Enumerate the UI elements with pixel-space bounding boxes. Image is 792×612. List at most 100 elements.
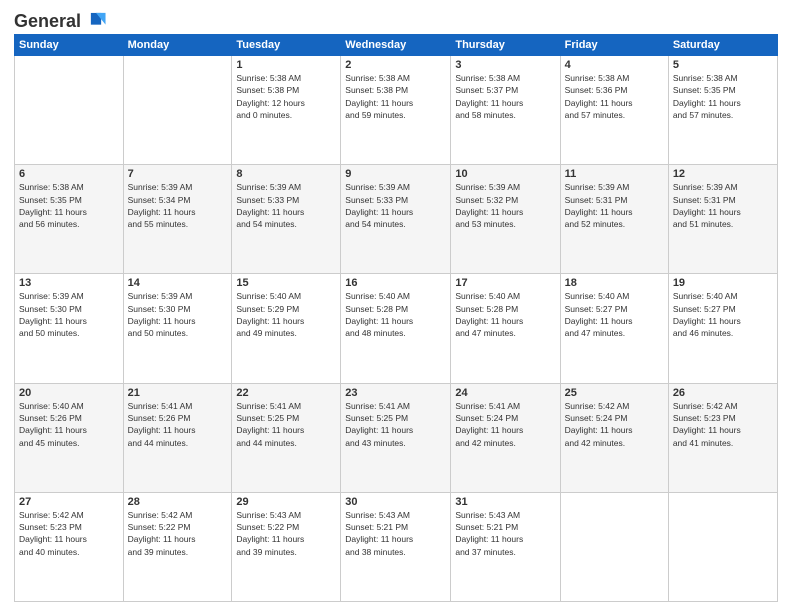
day-info: Sunrise: 5:40 AM Sunset: 5:27 PM Dayligh… (565, 290, 664, 339)
calendar-cell: 9Sunrise: 5:39 AM Sunset: 5:33 PM Daylig… (341, 165, 451, 274)
calendar-table: SundayMondayTuesdayWednesdayThursdayFrid… (14, 34, 778, 602)
logo: General (14, 10, 107, 32)
calendar-cell: 3Sunrise: 5:38 AM Sunset: 5:37 PM Daylig… (451, 56, 560, 165)
day-number: 29 (236, 496, 336, 508)
day-info: Sunrise: 5:43 AM Sunset: 5:21 PM Dayligh… (455, 509, 555, 558)
calendar-cell: 18Sunrise: 5:40 AM Sunset: 5:27 PM Dayli… (560, 274, 668, 383)
weekday-header-row: SundayMondayTuesdayWednesdayThursdayFrid… (15, 35, 778, 56)
calendar-cell: 8Sunrise: 5:39 AM Sunset: 5:33 PM Daylig… (232, 165, 341, 274)
calendar-cell: 5Sunrise: 5:38 AM Sunset: 5:35 PM Daylig… (668, 56, 777, 165)
calendar-cell: 27Sunrise: 5:42 AM Sunset: 5:23 PM Dayli… (15, 492, 124, 601)
day-number: 4 (565, 59, 664, 71)
day-info: Sunrise: 5:41 AM Sunset: 5:25 PM Dayligh… (236, 400, 336, 449)
calendar-cell: 23Sunrise: 5:41 AM Sunset: 5:25 PM Dayli… (341, 383, 451, 492)
page: General SundayMondayTuesdayWednesdayThur… (0, 0, 792, 612)
day-info: Sunrise: 5:39 AM Sunset: 5:30 PM Dayligh… (19, 290, 119, 339)
day-number: 6 (19, 168, 119, 180)
header: General (14, 10, 778, 28)
calendar-week-4: 20Sunrise: 5:40 AM Sunset: 5:26 PM Dayli… (15, 383, 778, 492)
day-number: 14 (128, 277, 228, 289)
day-number: 1 (236, 59, 336, 71)
weekday-header-monday: Monday (123, 35, 232, 56)
day-number: 30 (345, 496, 446, 508)
day-info: Sunrise: 5:41 AM Sunset: 5:25 PM Dayligh… (345, 400, 446, 449)
day-number: 23 (345, 387, 446, 399)
day-info: Sunrise: 5:40 AM Sunset: 5:26 PM Dayligh… (19, 400, 119, 449)
day-number: 25 (565, 387, 664, 399)
day-number: 28 (128, 496, 228, 508)
day-number: 11 (565, 168, 664, 180)
logo-area: General (14, 10, 107, 28)
calendar-cell: 22Sunrise: 5:41 AM Sunset: 5:25 PM Dayli… (232, 383, 341, 492)
day-info: Sunrise: 5:38 AM Sunset: 5:38 PM Dayligh… (345, 72, 446, 121)
day-info: Sunrise: 5:39 AM Sunset: 5:31 PM Dayligh… (673, 181, 773, 230)
day-info: Sunrise: 5:42 AM Sunset: 5:22 PM Dayligh… (128, 509, 228, 558)
logo-icon (85, 10, 107, 32)
day-number: 22 (236, 387, 336, 399)
weekday-header-friday: Friday (560, 35, 668, 56)
calendar-cell: 1Sunrise: 5:38 AM Sunset: 5:38 PM Daylig… (232, 56, 341, 165)
calendar-cell: 25Sunrise: 5:42 AM Sunset: 5:24 PM Dayli… (560, 383, 668, 492)
calendar-week-5: 27Sunrise: 5:42 AM Sunset: 5:23 PM Dayli… (15, 492, 778, 601)
calendar-cell: 24Sunrise: 5:41 AM Sunset: 5:24 PM Dayli… (451, 383, 560, 492)
day-info: Sunrise: 5:40 AM Sunset: 5:28 PM Dayligh… (345, 290, 446, 339)
day-info: Sunrise: 5:40 AM Sunset: 5:28 PM Dayligh… (455, 290, 555, 339)
weekday-header-wednesday: Wednesday (341, 35, 451, 56)
day-number: 12 (673, 168, 773, 180)
calendar-cell: 11Sunrise: 5:39 AM Sunset: 5:31 PM Dayli… (560, 165, 668, 274)
calendar-cell: 29Sunrise: 5:43 AM Sunset: 5:22 PM Dayli… (232, 492, 341, 601)
day-info: Sunrise: 5:43 AM Sunset: 5:22 PM Dayligh… (236, 509, 336, 558)
calendar-cell: 7Sunrise: 5:39 AM Sunset: 5:34 PM Daylig… (123, 165, 232, 274)
day-info: Sunrise: 5:42 AM Sunset: 5:24 PM Dayligh… (565, 400, 664, 449)
calendar-cell: 12Sunrise: 5:39 AM Sunset: 5:31 PM Dayli… (668, 165, 777, 274)
day-info: Sunrise: 5:38 AM Sunset: 5:36 PM Dayligh… (565, 72, 664, 121)
day-info: Sunrise: 5:39 AM Sunset: 5:30 PM Dayligh… (128, 290, 228, 339)
day-number: 21 (128, 387, 228, 399)
day-number: 17 (455, 277, 555, 289)
calendar-week-1: 1Sunrise: 5:38 AM Sunset: 5:38 PM Daylig… (15, 56, 778, 165)
calendar-cell: 10Sunrise: 5:39 AM Sunset: 5:32 PM Dayli… (451, 165, 560, 274)
calendar-week-2: 6Sunrise: 5:38 AM Sunset: 5:35 PM Daylig… (15, 165, 778, 274)
calendar-cell: 15Sunrise: 5:40 AM Sunset: 5:29 PM Dayli… (232, 274, 341, 383)
calendar-cell: 28Sunrise: 5:42 AM Sunset: 5:22 PM Dayli… (123, 492, 232, 601)
calendar-week-3: 13Sunrise: 5:39 AM Sunset: 5:30 PM Dayli… (15, 274, 778, 383)
day-number: 9 (345, 168, 446, 180)
day-info: Sunrise: 5:39 AM Sunset: 5:32 PM Dayligh… (455, 181, 555, 230)
calendar-cell: 21Sunrise: 5:41 AM Sunset: 5:26 PM Dayli… (123, 383, 232, 492)
calendar-cell: 20Sunrise: 5:40 AM Sunset: 5:26 PM Dayli… (15, 383, 124, 492)
day-number: 19 (673, 277, 773, 289)
day-info: Sunrise: 5:39 AM Sunset: 5:31 PM Dayligh… (565, 181, 664, 230)
calendar-cell (123, 56, 232, 165)
day-info: Sunrise: 5:38 AM Sunset: 5:38 PM Dayligh… (236, 72, 336, 121)
day-number: 18 (565, 277, 664, 289)
day-number: 24 (455, 387, 555, 399)
calendar-cell: 19Sunrise: 5:40 AM Sunset: 5:27 PM Dayli… (668, 274, 777, 383)
weekday-header-saturday: Saturday (668, 35, 777, 56)
day-info: Sunrise: 5:41 AM Sunset: 5:26 PM Dayligh… (128, 400, 228, 449)
logo-general: General (14, 11, 81, 32)
calendar-cell: 13Sunrise: 5:39 AM Sunset: 5:30 PM Dayli… (15, 274, 124, 383)
day-info: Sunrise: 5:40 AM Sunset: 5:27 PM Dayligh… (673, 290, 773, 339)
weekday-header-thursday: Thursday (451, 35, 560, 56)
calendar-cell: 2Sunrise: 5:38 AM Sunset: 5:38 PM Daylig… (341, 56, 451, 165)
day-number: 10 (455, 168, 555, 180)
day-info: Sunrise: 5:40 AM Sunset: 5:29 PM Dayligh… (236, 290, 336, 339)
day-number: 15 (236, 277, 336, 289)
calendar-cell (560, 492, 668, 601)
day-info: Sunrise: 5:41 AM Sunset: 5:24 PM Dayligh… (455, 400, 555, 449)
day-number: 3 (455, 59, 555, 71)
day-number: 27 (19, 496, 119, 508)
day-info: Sunrise: 5:43 AM Sunset: 5:21 PM Dayligh… (345, 509, 446, 558)
day-number: 13 (19, 277, 119, 289)
day-info: Sunrise: 5:42 AM Sunset: 5:23 PM Dayligh… (19, 509, 119, 558)
weekday-header-tuesday: Tuesday (232, 35, 341, 56)
weekday-header-sunday: Sunday (15, 35, 124, 56)
day-number: 5 (673, 59, 773, 71)
day-info: Sunrise: 5:39 AM Sunset: 5:33 PM Dayligh… (345, 181, 446, 230)
day-number: 8 (236, 168, 336, 180)
day-info: Sunrise: 5:39 AM Sunset: 5:34 PM Dayligh… (128, 181, 228, 230)
day-info: Sunrise: 5:38 AM Sunset: 5:35 PM Dayligh… (673, 72, 773, 121)
day-number: 2 (345, 59, 446, 71)
day-number: 16 (345, 277, 446, 289)
calendar-cell: 31Sunrise: 5:43 AM Sunset: 5:21 PM Dayli… (451, 492, 560, 601)
